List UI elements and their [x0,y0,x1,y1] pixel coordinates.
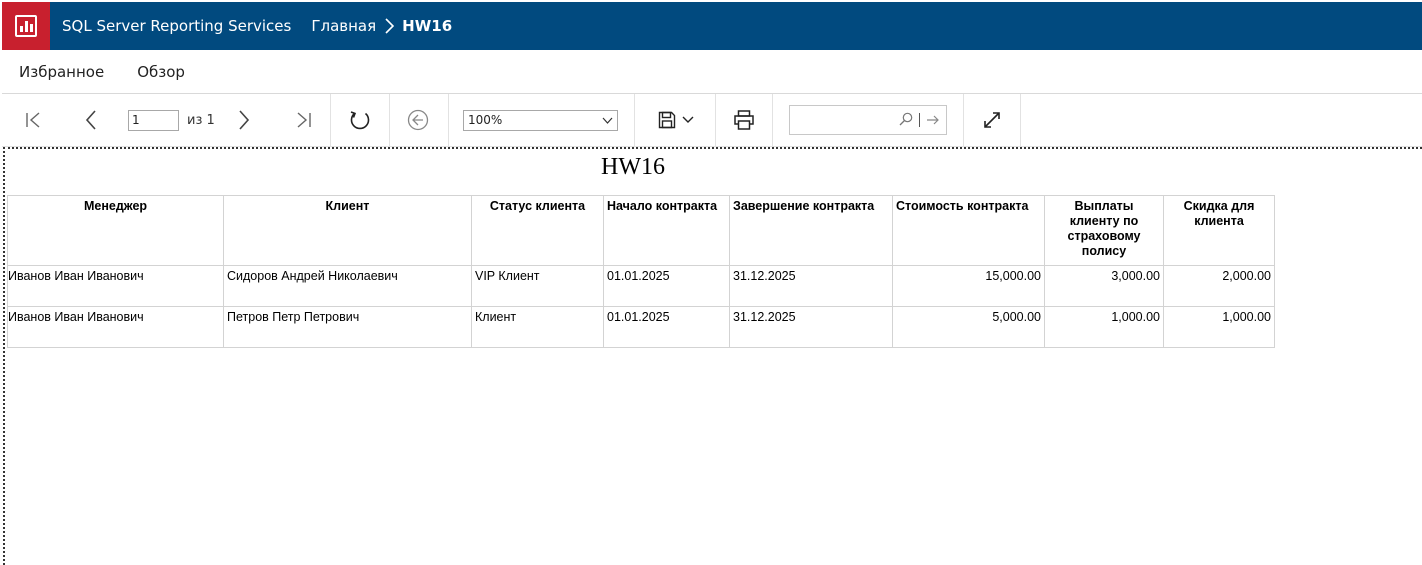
toolbar-divider [448,94,449,146]
column-header: Начало контракта [603,195,730,266]
table-cell: 31.12.2025 [729,306,893,348]
column-header: Менеджер [7,195,224,266]
table-cell: Клиент [471,306,604,348]
table-cell: Сидоров Андрей Николаевич [223,265,472,307]
column-header: Статус клиента [471,195,604,266]
search-input[interactable] [789,105,947,135]
table-cell: 01.01.2025 [603,265,730,307]
table-cell: 1,000.00 [1163,306,1275,348]
table-row: Иванов Иван Иванович Сидоров Андрей Нико… [7,265,1275,307]
toolbar-divider [715,94,716,146]
table-cell: Иванов Иван Иванович [7,306,224,348]
chevron-down-icon [602,113,613,127]
find-next-icon[interactable] [926,111,940,130]
search-icon[interactable] [899,111,913,130]
toolbar-divider [389,94,390,146]
table-header-row: Менеджер Клиент Статус клиента Начало ко… [7,195,1275,266]
table-cell: Иванов Иван Иванович [7,265,224,307]
breadcrumb-home[interactable]: Главная [311,17,376,35]
page-number-input[interactable]: 1 [128,109,179,131]
column-header: Выплаты клиенту по страховому полису [1044,195,1164,266]
toolbar-divider [330,94,331,146]
table-cell: Петров Петр Петрович [223,306,472,348]
breadcrumb: Главная HW16 [311,17,452,35]
save-export-icon[interactable] [652,106,700,134]
print-icon[interactable] [730,106,758,134]
column-header: Скидка для клиента [1163,195,1275,266]
report-table: Менеджер Клиент Статус клиента Начало ко… [7,195,1275,348]
toolbar-divider [634,94,635,146]
toolbar-divider [1020,94,1021,146]
zoom-value: 100% [468,113,503,127]
table-row: Иванов Иван Иванович Петров Петр Петрови… [7,306,1275,348]
table-cell: 2,000.00 [1163,265,1275,307]
toolbar-divider [772,94,773,146]
nav-browse[interactable]: Обзор [137,63,185,81]
app-header: SQL Server Reporting Services Главная HW… [2,2,1422,50]
refresh-icon[interactable] [346,106,374,134]
table-cell: 15,000.00 [892,265,1045,307]
fullscreen-icon[interactable] [978,106,1006,134]
table-cell: 3,000.00 [1044,265,1164,307]
previous-page-icon[interactable] [77,106,105,134]
report-toolbar: 1 из 1 100% [2,94,1422,147]
ssrs-logo-icon[interactable] [2,2,50,50]
table-cell: 1,000.00 [1044,306,1164,348]
column-header: Клиент [223,195,472,266]
search-divider [919,113,920,127]
table-cell: 01.01.2025 [603,306,730,348]
back-to-parent-icon[interactable] [404,106,432,134]
first-page-icon[interactable] [19,106,47,134]
report-viewer: HW16 Менеджер Клиент Статус клиента Нача… [3,147,1422,565]
table-cell: VIP Клиент [471,265,604,307]
nav-bar: Избранное Обзор [2,50,1422,94]
zoom-select[interactable]: 100% [463,109,618,131]
toolbar-divider [963,94,964,146]
app-title[interactable]: SQL Server Reporting Services [62,17,291,35]
column-header: Стоимость контракта [892,195,1045,266]
report-title: HW16 [601,154,665,180]
column-header: Завершение контракта [729,195,893,266]
breadcrumb-current: HW16 [402,17,453,35]
last-page-icon[interactable] [290,106,318,134]
next-page-icon[interactable] [230,106,258,134]
nav-favorites[interactable]: Избранное [19,63,104,81]
page-total: из 1 [187,112,215,128]
chevron-right-icon [384,18,395,34]
table-cell: 5,000.00 [892,306,1045,348]
table-cell: 31.12.2025 [729,265,893,307]
